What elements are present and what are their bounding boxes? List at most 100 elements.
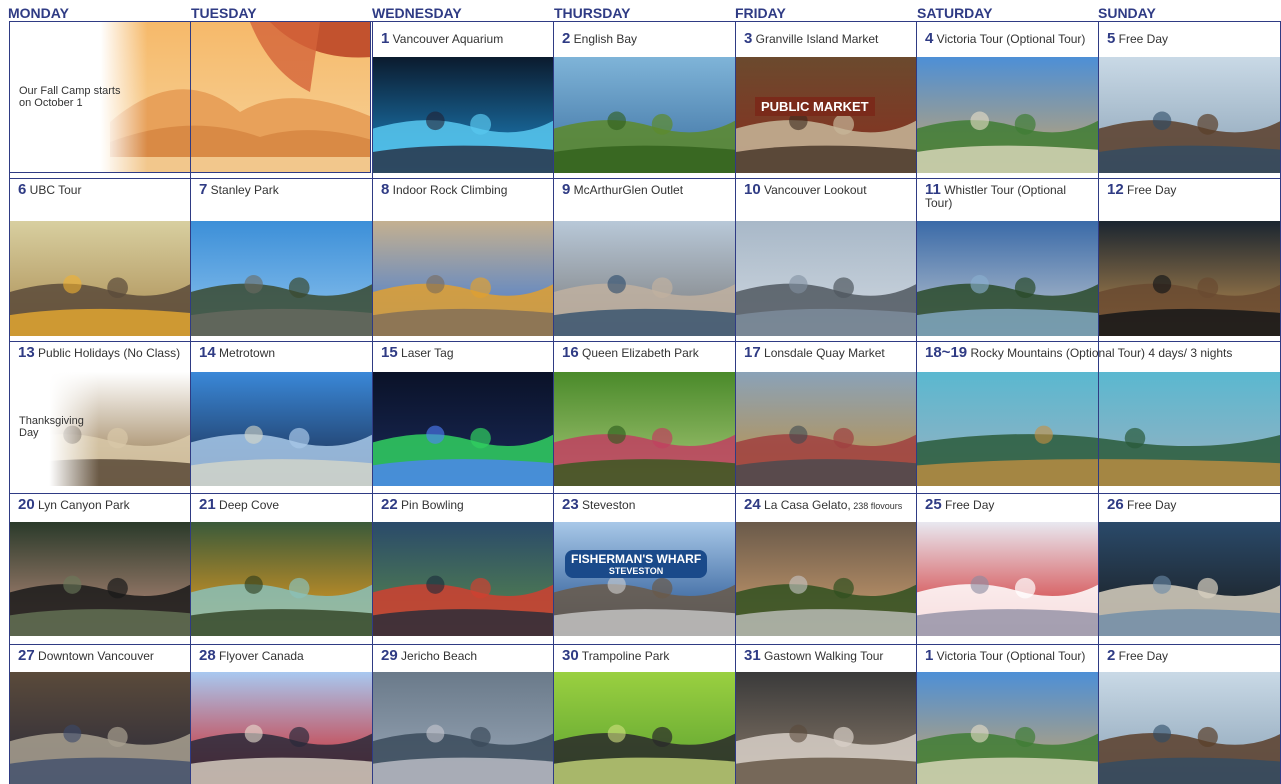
gelato-photo [735,522,916,636]
canada-flag-photo [916,522,1098,636]
day-number: 15 [381,344,398,361]
parliament-photo [916,57,1098,173]
seawall-photo [190,221,372,336]
day-number: 16 [562,344,579,361]
day-number: 30 [562,647,579,664]
day-label: 10 Vancouver Lookout [744,181,867,198]
day-label: 4 Victoria Tour (Optional Tour) [925,31,1086,46]
activity-title: Granville Island Market [752,32,879,46]
activity-title: Metrotown [215,346,276,360]
activity-title: UBC Tour [26,183,82,197]
day-number: 23 [562,496,579,513]
activity-title: Indoor Rock Climbing [389,183,508,197]
thanksgiving-note: Thanksgiving Day [19,415,84,439]
activity-title: Trampoline Park [578,649,670,663]
marina-photo [1098,57,1281,173]
day-label: 16 Queen Elizabeth Park [562,344,699,361]
activity-title: Free Day [1115,32,1169,46]
parliament-photo [916,672,1098,784]
activity-title: Vancouver Lookout [760,183,867,197]
fishermans-wharf-photo: FISHERMAN'S WHARF STEVESTON [553,522,735,636]
day-number: 10 [744,181,761,198]
day-number: 28 [199,647,216,664]
grid-line [9,341,1281,342]
orca-statue-photo [1098,522,1281,636]
day-label: 31 Gastown Walking Tour [744,648,883,663]
activity-title: English Bay [570,32,638,46]
day-label: 18~19 Rocky Mountains (Optional Tour) 4 … [925,344,1233,361]
grid-line [190,21,191,784]
day-label: 8 Indoor Rock Climbing [381,182,508,197]
day-label: 30 Trampoline Park [562,647,670,664]
activity-title: Vancouver Aquarium [389,32,504,46]
deep-cove-photo [190,522,372,636]
activity-title: Rocky Mountains (Optional Tour) 4 days/ … [967,346,1233,360]
grid-line [9,21,1281,22]
day-number: 14 [199,344,216,361]
market-sign: PUBLIC MARKET [755,97,875,116]
wharf-sign: FISHERMAN'S WHARF STEVESTON [565,550,708,578]
activity-title: Victoria Tour (Optional Tour) [933,32,1086,46]
activity-title: Lyn Canyon Park [34,498,130,512]
grid-line [1098,21,1099,784]
day-number: 24 [744,496,761,513]
activity-title: Lonsdale Quay Market [760,346,885,360]
marina-photo [1098,672,1281,784]
group-steps-photo [9,672,190,784]
day-label: 1 Vancouver Aquarium [381,31,504,46]
day-label: 6 UBC Tour [18,182,82,197]
trampoline-photo [553,672,735,784]
jericho-photo [372,672,553,784]
activity-title: Flyover Canada [215,649,304,663]
day-label: 12 Free Day [1107,182,1177,197]
grid-line [9,644,1281,645]
bridge-night-photo [1098,221,1281,336]
day-label: 17 Lonsdale Quay Market [744,345,885,360]
header-monday: MONDAY [8,5,69,21]
header-wednesday: WEDNESDAY [372,5,462,21]
day-label: 2 English Bay [562,31,638,46]
day-number: 26 [1107,496,1124,513]
header-thursday: THURSDAY [554,5,631,21]
header-tuesday: TUESDAY [191,5,257,21]
day-number: 21 [199,496,216,513]
header-saturday: SATURDAY [917,5,993,21]
activity-title: Jericho Beach [397,649,478,663]
grid-line [372,21,373,784]
laser-sky-photo [372,372,553,486]
day-label: 27 Downtown Vancouver [18,648,154,663]
garden-photo [553,372,735,486]
grid-line [9,21,10,784]
activity-title: Free Day [1123,183,1177,197]
day-label: 13 Public Holidays (No Class) [18,345,181,360]
activity-subnote: 238 flovours [850,501,903,511]
day-number: 18~19 [925,344,968,361]
grid-line [9,493,1281,494]
fall-camp-note: Our Fall Camp starts on October 1 [19,85,121,109]
campus-walk-photo [9,221,190,336]
bowling-photo [372,522,553,636]
climbing-wall-photo [372,221,553,336]
day-label: 11 Whistler Tour (Optional Tour) [925,182,1075,210]
activity-title: La Casa Gelato, [760,498,851,512]
public-market-photo: PUBLIC MARKET [735,57,916,173]
day-label: 15 Laser Tag [381,344,454,361]
activity-title: Free Day [941,498,995,512]
day-number: 25 [925,496,942,513]
activity-title: Public Holidays (No Class) [34,346,181,360]
grid-line [735,21,736,784]
day-label: 9 McArthurGlen Outlet [562,182,683,197]
day-label: 5 Free Day [1107,31,1169,46]
grid-line [916,21,917,784]
beach-park-photo [553,57,735,173]
day-label: 21 Deep Cove [199,496,279,513]
day-label: 29 Jericho Beach [381,648,478,663]
activity-title: Whistler Tour (Optional Tour) [925,183,1067,210]
day-label: 1 Victoria Tour (Optional Tour) [925,648,1085,663]
love-locks-photo [735,372,916,486]
activity-title: Free Day [1123,498,1177,512]
grid-line [9,178,1281,179]
day-label: 24 La Casa Gelato, 238 flovours [744,496,903,513]
steam-clock-photo [735,672,916,784]
day-label: 23 Steveston [562,496,635,513]
